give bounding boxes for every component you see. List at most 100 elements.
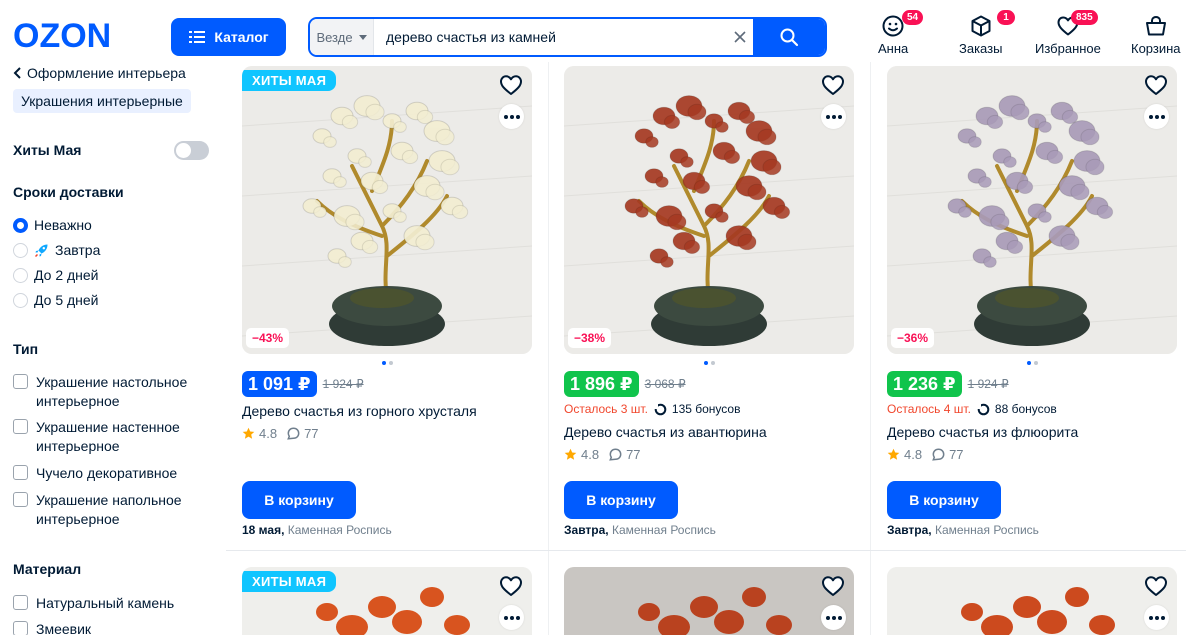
price-row: 1 896 ₽ 3 068 ₽ bbox=[564, 371, 686, 397]
type-option[interactable]: Украшение напольное интерьерное bbox=[13, 491, 213, 529]
more-options-button[interactable] bbox=[499, 104, 524, 129]
more-options-button[interactable] bbox=[499, 605, 524, 630]
price-row: 1 236 ₽ 1 924 ₽ bbox=[887, 371, 1009, 397]
radio[interactable] bbox=[13, 292, 28, 308]
seller-name[interactable]: Каменная Роспись bbox=[612, 523, 716, 537]
header-profile[interactable]: Анна 54 bbox=[878, 10, 924, 56]
seller-name[interactable]: Каменная Роспись bbox=[288, 523, 392, 537]
search-scope-label: Везде bbox=[316, 29, 353, 45]
add-to-cart-button[interactable]: В корзину bbox=[564, 481, 678, 519]
more-options-button[interactable] bbox=[821, 605, 846, 630]
checkbox[interactable] bbox=[13, 621, 28, 635]
product-card[interactable] bbox=[887, 567, 1187, 635]
delivery-option[interactable]: До 5 дней bbox=[13, 292, 99, 308]
clear-search-button[interactable] bbox=[727, 31, 753, 43]
product-photo[interactable]: ХИТЫ МАЯ −43% bbox=[242, 66, 532, 354]
product-card[interactable]: −38% 1 896 ₽ 3 068 ₽ Осталось 3 шт. 135 … bbox=[564, 66, 864, 546]
reviews-count: 77 bbox=[304, 426, 319, 441]
rating-row[interactable]: 4.8 77 bbox=[242, 426, 319, 441]
product-card[interactable]: −36% 1 236 ₽ 1 924 ₽ Осталось 4 шт. 88 б… bbox=[887, 66, 1187, 546]
material-filter-title: Материал bbox=[13, 561, 82, 577]
discount-badge: −43% bbox=[246, 328, 290, 348]
more-options-button[interactable] bbox=[1144, 104, 1169, 129]
rating-row[interactable]: 4.8 77 bbox=[564, 447, 641, 462]
current-price: 1 896 ₽ bbox=[564, 371, 639, 397]
checkbox[interactable] bbox=[13, 492, 28, 507]
heart-icon bbox=[1145, 75, 1167, 95]
star-icon bbox=[887, 448, 900, 460]
delivery-option[interactable]: До 2 дней bbox=[13, 267, 99, 283]
product-photo[interactable] bbox=[887, 567, 1177, 635]
bonus-label: 88 бонусов bbox=[994, 402, 1057, 416]
favorite-button[interactable] bbox=[498, 72, 524, 98]
discount-badge: −38% bbox=[568, 328, 612, 348]
favorite-button[interactable] bbox=[820, 573, 846, 599]
material-option[interactable]: Змеевик bbox=[13, 620, 213, 635]
product-title[interactable]: Дерево счастья из авантюрина bbox=[564, 424, 767, 440]
gallery-dot[interactable] bbox=[1034, 361, 1038, 365]
type-option[interactable]: Чучело декоративное bbox=[13, 464, 213, 483]
delivery-option[interactable]: Неважно bbox=[13, 217, 92, 233]
more-dot bbox=[1154, 114, 1159, 119]
catalog-button[interactable]: Каталог bbox=[171, 18, 286, 56]
parent-category-link[interactable]: Оформление интерьера bbox=[13, 65, 186, 81]
favorite-button[interactable] bbox=[1143, 72, 1169, 98]
checkbox[interactable] bbox=[13, 419, 28, 434]
product-card[interactable]: ХИТЫ МАЯ −43% 1 091 ₽ 1 924 ₽ Дерево сча… bbox=[242, 66, 542, 546]
product-image bbox=[242, 66, 532, 354]
checkbox[interactable] bbox=[13, 465, 28, 480]
search-box: Везде bbox=[308, 17, 827, 57]
product-photo[interactable] bbox=[564, 567, 854, 635]
search-icon bbox=[780, 28, 799, 47]
promo-badge: ХИТЫ МАЯ bbox=[242, 571, 337, 592]
favorite-button[interactable] bbox=[498, 573, 524, 599]
ozon-logo[interactable]: OZON bbox=[13, 16, 137, 56]
checkbox[interactable] bbox=[13, 374, 28, 389]
header-orders[interactable]: Заказы 1 bbox=[959, 10, 1015, 56]
add-to-cart-button[interactable]: В корзину bbox=[887, 481, 1001, 519]
product-card[interactable] bbox=[564, 567, 864, 635]
more-options-button[interactable] bbox=[1144, 605, 1169, 630]
more-options-button[interactable] bbox=[821, 104, 846, 129]
rating-row[interactable]: 4.8 77 bbox=[887, 447, 964, 462]
product-photo[interactable]: −36% bbox=[887, 66, 1177, 354]
gallery-dot[interactable] bbox=[711, 361, 715, 365]
radio[interactable] bbox=[13, 267, 28, 283]
hits-toggle[interactable] bbox=[174, 141, 209, 160]
favorite-button[interactable] bbox=[1143, 573, 1169, 599]
favorites-badge: 835 bbox=[1071, 10, 1098, 25]
comment-icon bbox=[287, 427, 300, 440]
gallery-dot[interactable] bbox=[1027, 361, 1031, 365]
search-submit-button[interactable] bbox=[753, 19, 825, 55]
gallery-dots bbox=[704, 361, 715, 365]
type-option[interactable]: Украшение настенное интерьерное bbox=[13, 418, 213, 456]
more-dot bbox=[831, 114, 836, 119]
header-cart[interactable]: Корзина bbox=[1131, 14, 1181, 56]
product-photo[interactable]: ХИТЫ МАЯ bbox=[242, 567, 532, 635]
product-photo[interactable]: −38% bbox=[564, 66, 854, 354]
checkbox[interactable] bbox=[13, 595, 28, 610]
product-image bbox=[887, 567, 1177, 635]
gallery-dot[interactable] bbox=[389, 361, 393, 365]
gallery-dot[interactable] bbox=[382, 361, 386, 365]
type-option-label: Украшение напольное интерьерное bbox=[36, 492, 182, 527]
seller-name[interactable]: Каменная Роспись bbox=[935, 523, 1039, 537]
material-option[interactable]: Натуральный камень bbox=[13, 594, 213, 613]
radio[interactable] bbox=[13, 242, 28, 258]
current-category-chip[interactable]: Украшения интерьерные bbox=[13, 89, 191, 113]
product-title[interactable]: Дерево счастья из горного хрусталя bbox=[242, 403, 477, 419]
favorite-button[interactable] bbox=[820, 72, 846, 98]
more-dot bbox=[825, 114, 830, 119]
search-scope-select[interactable]: Везде bbox=[310, 19, 374, 55]
radio-selected[interactable] bbox=[13, 217, 28, 233]
old-price: 1 924 ₽ bbox=[967, 377, 1009, 391]
type-option[interactable]: Украшение настольное интерьерное bbox=[13, 373, 213, 411]
product-title[interactable]: Дерево счастья из флюорита bbox=[887, 424, 1078, 440]
header-favorites[interactable]: Избранное 835 bbox=[1035, 10, 1101, 56]
gallery-dot[interactable] bbox=[704, 361, 708, 365]
product-card[interactable]: ХИТЫ МАЯ bbox=[242, 567, 542, 635]
delivery-option[interactable]: Завтра bbox=[13, 242, 100, 258]
add-to-cart-button[interactable]: В корзину bbox=[242, 481, 356, 519]
more-dot bbox=[825, 615, 830, 620]
search-input[interactable] bbox=[374, 19, 727, 55]
